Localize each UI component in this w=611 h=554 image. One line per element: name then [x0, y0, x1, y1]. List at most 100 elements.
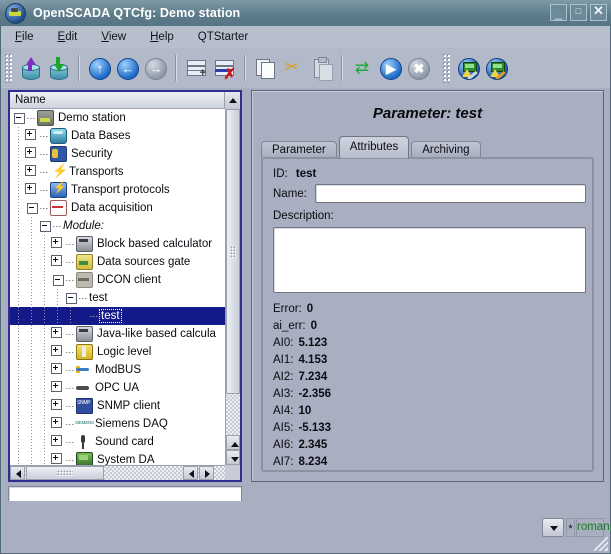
- description-field[interactable]: [273, 227, 586, 293]
- screen-pen-icon: [484, 56, 508, 80]
- copy-button[interactable]: [252, 54, 278, 82]
- start-button[interactable]: ▶: [377, 54, 403, 82]
- tree-expand-icon[interactable]: [51, 327, 62, 338]
- tree-connector: [40, 190, 48, 191]
- close-button[interactable]: ✕: [590, 4, 607, 21]
- tree-expand-icon[interactable]: [51, 255, 62, 266]
- tree-vertical-scrollbar[interactable]: [225, 109, 240, 465]
- menu-item-view[interactable]: View: [91, 29, 136, 45]
- status-dropdown-button[interactable]: [542, 518, 564, 537]
- tree-horizontal-scrollbar[interactable]: [10, 465, 225, 480]
- tree-expand-icon[interactable]: [51, 435, 62, 446]
- menu-item-edit[interactable]: Edit: [48, 29, 88, 45]
- tree-item[interactable]: System DA: [10, 451, 225, 465]
- tree-item[interactable]: Data Bases: [10, 127, 225, 145]
- tree-expand-icon[interactable]: [25, 165, 36, 176]
- attribute-row: AI4:10: [273, 403, 331, 420]
- tree-item[interactable]: SNMP client: [10, 397, 225, 415]
- tree-item[interactable]: test: [10, 307, 225, 325]
- tree-item[interactable]: Demo station: [10, 109, 225, 127]
- tree-vscroll-up-button[interactable]: [226, 435, 240, 450]
- tree-expand-icon[interactable]: [51, 399, 62, 410]
- tree-collapse-icon[interactable]: [66, 293, 77, 304]
- tree-item[interactable]: OPC UA: [10, 379, 225, 397]
- tree-expand-icon[interactable]: [25, 147, 36, 158]
- tree-item[interactable]: Transport protocols: [10, 181, 225, 199]
- tree-indent: [10, 415, 53, 433]
- tree-collapse-icon[interactable]: [27, 203, 38, 214]
- tab-parameter[interactable]: Parameter: [261, 141, 337, 158]
- maximize-icon: □: [571, 4, 586, 19]
- stop-button[interactable]: ✖: [405, 54, 431, 82]
- tree-item[interactable]: DCON client: [10, 271, 225, 289]
- tree-collapse-icon[interactable]: [53, 275, 64, 286]
- tree-item-label: Data sources gate: [97, 256, 190, 268]
- tab-archiving[interactable]: Archiving: [411, 141, 480, 158]
- cut-button[interactable]: ✂: [280, 54, 306, 82]
- attribute-label: AI2:: [273, 371, 293, 383]
- forward-button[interactable]: →: [142, 54, 168, 82]
- tree-box: Name Demo stationData BasesSecurityTrans…: [8, 90, 242, 482]
- config-tools-button[interactable]: [455, 54, 481, 82]
- paste-button[interactable]: [308, 54, 334, 82]
- name-field[interactable]: [315, 184, 586, 203]
- tree-expand-icon[interactable]: [51, 381, 62, 392]
- tree-item[interactable]: Transports: [10, 163, 225, 181]
- back-button[interactable]: ←: [114, 54, 140, 82]
- tree-expand-icon[interactable]: [51, 345, 62, 356]
- tree-item[interactable]: Siemens DAQ: [10, 415, 225, 433]
- load-from-db-button[interactable]: [17, 54, 43, 82]
- tree-expand-icon[interactable]: [51, 453, 62, 464]
- add-node-button[interactable]: +: [183, 54, 209, 82]
- tree-column-header[interactable]: Name: [10, 92, 240, 109]
- scrollbar-corner: [225, 465, 240, 480]
- attribute-row: AI2:7.234: [273, 369, 331, 386]
- calc-icon: [76, 326, 93, 342]
- minimize-button[interactable]: _: [550, 4, 567, 21]
- up-button[interactable]: ↑: [86, 54, 112, 82]
- menu-item-file[interactable]: File: [5, 29, 44, 45]
- tree-item[interactable]: Block based calculator: [10, 235, 225, 253]
- delete-node-button[interactable]: ✗: [211, 54, 237, 82]
- config-edit-button[interactable]: [483, 54, 509, 82]
- tree-item-label: Transport protocols: [71, 184, 170, 196]
- tree-expand-icon[interactable]: [51, 237, 62, 248]
- tree-collapse-icon[interactable]: [40, 221, 51, 232]
- tree-item[interactable]: Security: [10, 145, 225, 163]
- tree-item[interactable]: Logic level: [10, 343, 225, 361]
- tree-vscroll-thumb[interactable]: [226, 109, 240, 394]
- tree-item[interactable]: test: [10, 289, 225, 307]
- tree-item[interactable]: Sound card: [10, 433, 225, 451]
- menu-item-qtstarter[interactable]: QTStarter: [188, 29, 258, 45]
- refresh-button[interactable]: ⇄: [349, 54, 375, 82]
- save-to-db-button[interactable]: [45, 54, 71, 82]
- tree-item[interactable]: Java-like based calcula: [10, 325, 225, 343]
- tree-hscroll-left-button[interactable]: [10, 466, 25, 480]
- resize-grip[interactable]: [594, 537, 608, 551]
- tree-expand-icon[interactable]: [25, 129, 36, 140]
- tree-hscroll-right-button[interactable]: [199, 466, 214, 480]
- toolbar-grip[interactable]: [4, 53, 13, 83]
- attribute-row: AI7:8.234: [273, 454, 331, 471]
- tree-header-sort-button[interactable]: [224, 92, 240, 109]
- menu-item-help[interactable]: Help: [140, 29, 184, 45]
- tree-collapse-icon[interactable]: [14, 113, 25, 124]
- tree-item[interactable]: ModBUS: [10, 361, 225, 379]
- tree-hscroll-thumb[interactable]: [26, 466, 104, 480]
- tree-vscroll-down-button[interactable]: [226, 450, 240, 465]
- tree-expand-icon[interactable]: [51, 417, 62, 428]
- tree-item[interactable]: Data sources gate: [10, 253, 225, 271]
- tree-hscroll-left-button-2[interactable]: [183, 466, 198, 480]
- snmp-icon: [76, 398, 93, 414]
- tree-item[interactable]: Module:: [10, 217, 225, 235]
- tree-view[interactable]: Demo stationData BasesSecurityTransports…: [10, 109, 225, 465]
- maximize-button[interactable]: □: [570, 4, 587, 21]
- tree-expand-icon[interactable]: [25, 183, 36, 194]
- tab-attributes[interactable]: Attributes: [339, 136, 410, 158]
- tree-expand-icon[interactable]: [51, 363, 62, 374]
- close-icon: ✕: [591, 3, 606, 18]
- tree-connector: [27, 118, 35, 119]
- tree-indent: [10, 289, 66, 307]
- toolbar-grip-2[interactable]: [442, 53, 451, 83]
- tree-item[interactable]: Data acquisition: [10, 199, 225, 217]
